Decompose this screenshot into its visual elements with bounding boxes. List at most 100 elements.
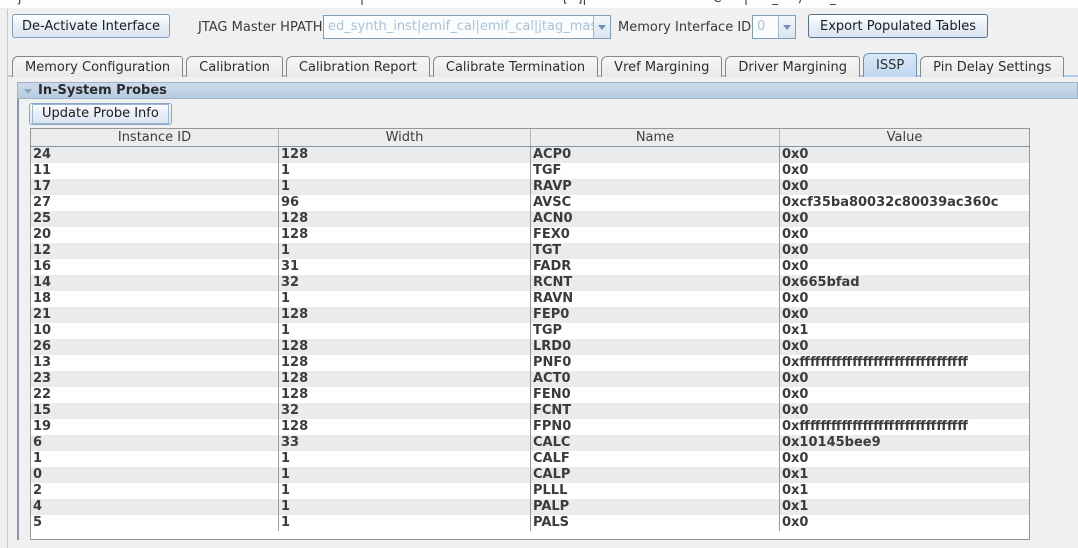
cell-name: ACN0: [531, 211, 780, 227]
export-populated-tables-button[interactable]: Export Populated Tables: [808, 14, 988, 38]
cell-width: 128: [279, 307, 531, 323]
table-row[interactable]: 0 1 CALP 0x1: [31, 467, 1029, 483]
column-header[interactable]: Width: [279, 129, 531, 146]
in-system-probes-panel: In-System Probes Update Probe Info Insta…: [17, 82, 1078, 540]
cell-width: 128: [279, 227, 531, 243]
cell-name: TGT: [531, 243, 780, 259]
memory-interface-id-combobox[interactable]: 0: [752, 15, 796, 39]
table-row[interactable]: 25 128 ACN0 0x0: [31, 211, 1029, 227]
in-system-probes-header[interactable]: In-System Probes: [17, 82, 1078, 99]
cell-width: 128: [279, 147, 531, 163]
table-row[interactable]: 23 128 ACT0 0x0: [31, 371, 1029, 387]
table-row[interactable]: 15 32 FCNT 0x0: [31, 403, 1029, 419]
table-row[interactable]: 4 1 PALP 0x1: [31, 499, 1029, 515]
cell-name: AVSC: [531, 195, 780, 211]
cell-name: PALS: [531, 515, 780, 531]
tab-vref-margining[interactable]: Vref Margining: [601, 56, 722, 77]
probe-table: Instance IDWidthNameValue 24 128 ACP0 0x…: [30, 128, 1030, 540]
cell-name: PNF0: [531, 355, 780, 371]
tab-label: ISSP: [876, 58, 904, 73]
cell-width: 128: [279, 371, 531, 387]
column-header[interactable]: Value: [780, 129, 1029, 146]
chevron-down-icon[interactable]: [593, 16, 610, 38]
cell-width: 1: [279, 515, 531, 531]
cell-name: CALC: [531, 435, 780, 451]
jtag-master-hpath-label: JTAG Master HPATH:: [198, 20, 327, 35]
cell-width: 1: [279, 291, 531, 307]
table-row[interactable]: 17 1 RAVP 0x0: [31, 179, 1029, 195]
cell-name: ACT0: [531, 371, 780, 387]
cell-name: FADR: [531, 259, 780, 275]
cell-width: 1: [279, 467, 531, 483]
cell-instance-id: 20: [31, 227, 279, 243]
tab-pin-delay-settings[interactable]: Pin Delay Settings: [920, 56, 1064, 77]
cell-value: 0x0: [780, 403, 1029, 419]
cell-value: 0x1: [780, 467, 1029, 483]
jtag-master-hpath-combobox[interactable]: ed_synth_inst|emif_cal|emif_cal|jtag_mas…: [323, 15, 611, 39]
jtag-master-hpath-value: ed_synth_inst|emif_cal|emif_cal|jtag_mas…: [324, 16, 593, 38]
cell-width: 33: [279, 435, 531, 451]
update-probe-info-button[interactable]: Update Probe Info: [29, 103, 172, 125]
tab-calibration[interactable]: Calibration: [186, 56, 283, 77]
cell-value: 0x0: [780, 371, 1029, 387]
deactivate-interface-button[interactable]: De-Activate Interface: [12, 14, 170, 38]
table-row[interactable]: 1 1 CALF 0x0: [31, 451, 1029, 467]
cell-name: CALP: [531, 467, 780, 483]
cell-value: 0x0: [780, 291, 1029, 307]
table-row[interactable]: 16 31 FADR 0x0: [31, 259, 1029, 275]
table-row[interactable]: 5 1 PALS 0x0: [31, 515, 1029, 531]
cell-width: 1: [279, 163, 531, 179]
tab-calibration-report[interactable]: Calibration Report: [286, 56, 430, 77]
cell-value: 0xffffffffffffffffffffffffffffffff: [780, 355, 1029, 371]
collapse-triangle-icon[interactable]: [24, 89, 32, 94]
table-row[interactable]: 2 1 PLLL 0x1: [31, 483, 1029, 499]
cell-instance-id: 26: [31, 339, 279, 355]
column-header[interactable]: Instance ID: [31, 129, 279, 146]
cell-value: 0x0: [780, 451, 1029, 467]
table-row[interactable]: 21 128 FEP0 0x0: [31, 307, 1029, 323]
cell-instance-id: 15: [31, 403, 279, 419]
cell-instance-id: 1: [31, 451, 279, 467]
column-header[interactable]: Name: [531, 129, 780, 146]
cell-width: 1: [279, 451, 531, 467]
title-fragment: [=]|: [563, 0, 586, 5]
chevron-down-icon[interactable]: [778, 16, 795, 38]
table-row[interactable]: 26 128 LRD0 0x0: [31, 339, 1029, 355]
title-fragment: /: [799, 0, 803, 5]
tab-bar: Memory Configuration Calibration Calibra…: [12, 53, 1067, 77]
tab-label: Pin Delay Settings: [933, 60, 1051, 75]
cell-width: 96: [279, 195, 531, 211]
tab-calibrate-termination[interactable]: Calibrate Termination: [433, 56, 598, 77]
cell-value: 0x0: [780, 179, 1029, 195]
tab-label: Calibrate Termination: [446, 60, 585, 75]
table-row[interactable]: 12 1 TGT 0x0: [31, 243, 1029, 259]
export-populated-tables-label: Export Populated Tables: [820, 19, 976, 34]
tab-memory-configuration[interactable]: Memory Configuration: [12, 56, 183, 77]
table-row[interactable]: 27 96 AVSC 0xcf35ba80032c80039ac360c: [31, 195, 1029, 211]
table-row[interactable]: 19 128 FPN0 0xffffffffffffffffffffffffff…: [31, 419, 1029, 435]
table-row[interactable]: 6 33 CALC 0x10145bee9: [31, 435, 1029, 451]
table-row[interactable]: 14 32 RCNT 0x665bfad: [31, 275, 1029, 291]
toolbar: De-Activate Interface JTAG Master HPATH:…: [0, 8, 1078, 52]
clipped-window-title: j|[=]|C|_/_: [0, 0, 1078, 8]
cell-value: 0xcf35ba80032c80039ac360c: [780, 195, 1029, 211]
cell-name: PLLL: [531, 483, 780, 499]
cell-value: 0x0: [780, 259, 1029, 275]
table-row[interactable]: 10 1 TGP 0x1: [31, 323, 1029, 339]
table-row[interactable]: 20 128 FEX0 0x0: [31, 227, 1029, 243]
table-row[interactable]: 22 128 FEN0 0x0: [31, 387, 1029, 403]
cell-value: 0xffffffffffffffffffffffffffffffff: [780, 419, 1029, 435]
table-row[interactable]: 11 1 TGF 0x0: [31, 163, 1029, 179]
tab-issp[interactable]: ISSP: [863, 53, 917, 77]
cell-width: 128: [279, 387, 531, 403]
cell-instance-id: 23: [31, 371, 279, 387]
cell-width: 1: [279, 179, 531, 195]
title-fragment: |: [744, 0, 748, 5]
table-row[interactable]: 24 128 ACP0 0x0: [31, 147, 1029, 163]
table-row[interactable]: 18 1 RAVN 0x0: [31, 291, 1029, 307]
cell-instance-id: 17: [31, 179, 279, 195]
cell-instance-id: 11: [31, 163, 279, 179]
tab-driver-margining[interactable]: Driver Margining: [725, 56, 860, 77]
table-row[interactable]: 13 128 PNF0 0xffffffffffffffffffffffffff…: [31, 355, 1029, 371]
memory-interface-id-label: Memory Interface ID:: [618, 20, 756, 35]
